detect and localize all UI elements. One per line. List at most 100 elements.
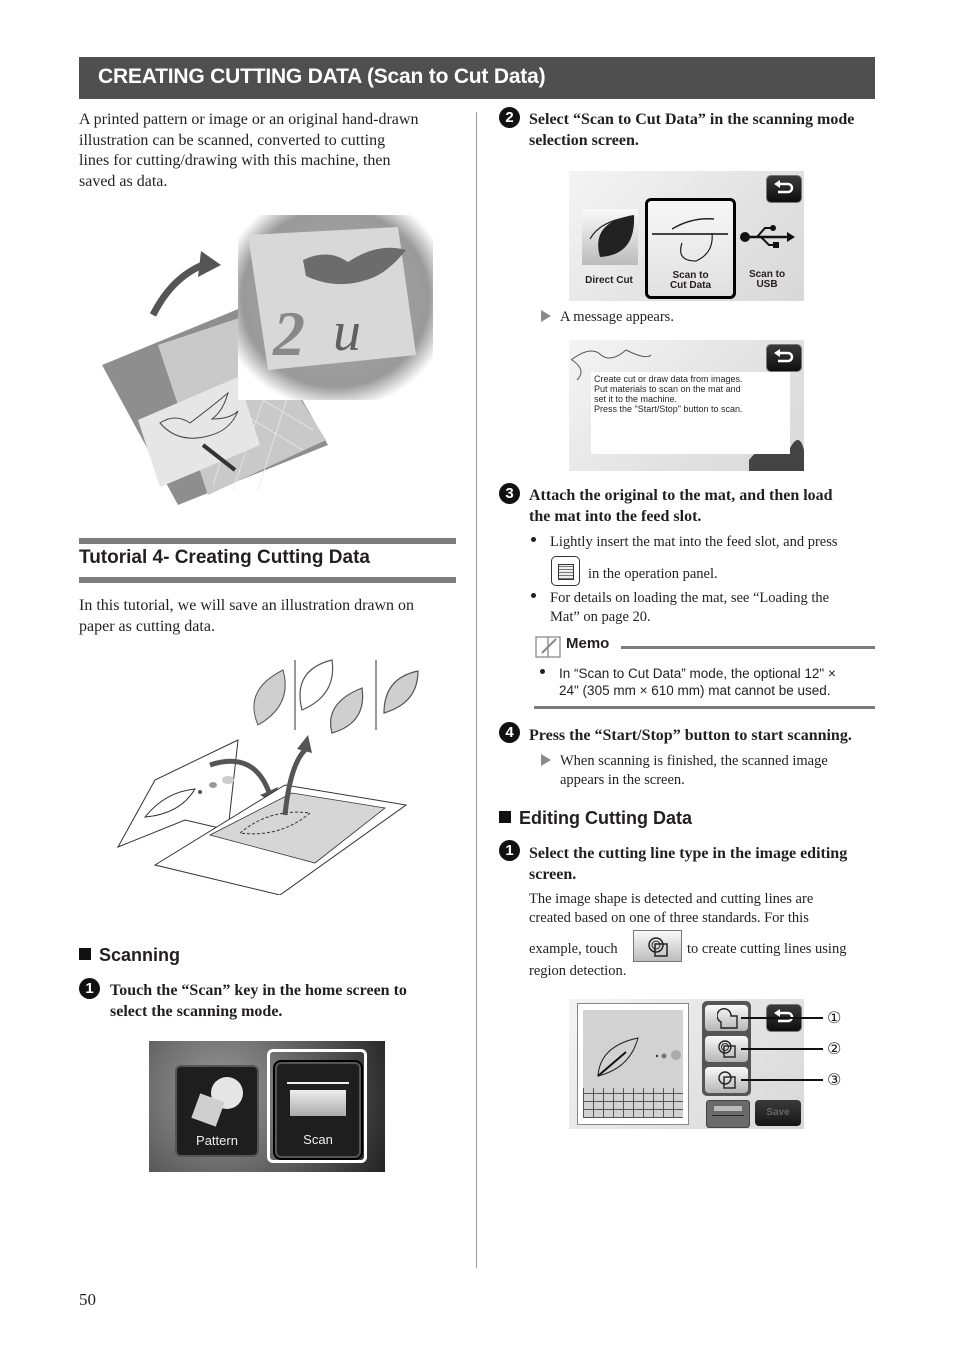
scan-leaf-outline-icon [671,217,715,262]
intro-line: saved as data. [79,172,168,190]
memo-content: In “Scan to Cut Data” mode, the optional… [540,666,880,699]
message-line: Create cut or draw data from images. [594,374,743,384]
region-detection-icon [718,1040,736,1058]
step-line: screen. [529,866,577,883]
scan-preview [577,1003,689,1125]
region-detection-icon [648,937,668,957]
intro-paragraph: A printed pattern or image or an origina… [79,110,469,192]
step4-text: Press the “Start/Stop” button to start s… [529,727,852,744]
outline-detection-icon [717,1008,738,1029]
step3-text: Attach the original to the mat, and then… [529,485,879,527]
step2-text: Select “Scan to Cut Data” in the scannin… [529,109,879,151]
leaf-outline-icon [299,659,334,711]
page-title: CREATING CUTTING DATA (Scan to Cut Data) [98,65,546,88]
scan-key-label: Scan [303,1132,333,1147]
scan-to-usb-label: Scan to USB [732,270,802,290]
bullet-square [79,948,91,960]
slider-icon [714,1106,742,1111]
usb-icon[interactable] [739,223,795,251]
step-line: select the scanning mode. [110,1003,283,1020]
leaf-icon [330,687,364,734]
result-arrow-icon [541,754,551,766]
callout-2: ② [827,1041,842,1058]
pattern-key-label: Pattern [196,1133,238,1148]
pattern-key[interactable]: Pattern [175,1065,259,1157]
home-screen: Pattern Scan [149,1041,385,1172]
memo-rule-bottom [534,706,875,709]
scanning-heading: Scanning [79,945,180,966]
step-number-badge: 4 [499,722,520,743]
scan-settings-button[interactable] [706,1100,750,1128]
scan-to-cut-data-label: Scan to Cut Data [648,271,733,291]
intro-line: lines for cutting/drawing with this mach… [79,152,391,169]
leaf-icon [253,669,286,726]
svg-text:2: 2 [272,298,305,369]
column-divider [476,112,477,1268]
example-pre: example, touch [529,941,618,957]
step-number-badge: 3 [499,483,520,504]
step-line: Attach the original to the mat, and then… [529,487,833,504]
load-mat-button-icon [551,556,580,586]
bullet-dot [531,593,536,598]
editing-step1-text: Select the cutting line type in the imag… [529,843,884,885]
step-line: Select “Scan to Cut Data” in the scannin… [529,111,855,128]
scan-key[interactable]: Scan [275,1062,361,1158]
back-arrow-icon [774,180,794,194]
result-text: When scanning is finished, the scanned i… [560,753,828,769]
save-button[interactable]: Save [755,1100,801,1126]
memo-notebook-icon [535,636,561,658]
intro-line: illustration can be scanned, converted t… [79,131,386,149]
step4-result: When scanning is finished, the scanned i… [541,752,881,789]
step-line: Touch the “Scan” key in the home screen … [110,982,407,999]
craft-illustration: 2 u [102,215,433,505]
region-detection-button-icon [633,930,682,962]
editing-heading: Editing Cutting Data [499,808,692,829]
message-line: Press the "Start/Stop" button to scan. [594,404,743,414]
back-arrow-icon [774,349,794,363]
scanning-heading-text: Scanning [99,945,181,965]
curved-arrow-icon [198,251,221,277]
callout-line [741,1017,823,1019]
bullet-text: Lightly insert the mat into the feed slo… [550,534,838,550]
callout-1: ① [827,1010,842,1027]
scan-to-cut-diagram [116,659,419,895]
tutorial-line: In this tutorial, we will save an illust… [79,597,415,614]
leaf-variants [253,659,419,734]
step-number-badge: 1 [499,840,520,861]
tutorial-line: paper as cutting data. [79,617,215,635]
bullet-square [499,811,511,823]
memo-rule-top [621,646,875,649]
scanned-leaf-image [597,1037,681,1077]
message-line: Put materials to scan on the mat and [594,384,741,394]
rule-top [79,538,456,544]
back-button[interactable] [766,175,802,203]
step-line: selection screen. [529,132,639,149]
direct-cut-key[interactable] [582,209,638,265]
message-box: Create cut or draw data from images. Put… [591,372,790,454]
body-line: The image shape is detected and cutting … [529,891,814,907]
memo-title: Memo [566,635,610,652]
step-line: the mat into the feed slot. [529,508,702,525]
editing-heading-text: Editing Cutting Data [519,808,692,828]
memo-line: 24" (305 mm × 610 mm) mat cannot be used… [559,682,831,698]
step3-bullet-1-cont: in the operation panel. [588,566,718,582]
memo-line: In “Scan to Cut Data” mode, the optional… [559,666,836,681]
page-title-bar: CREATING CUTTING DATA (Scan to Cut Data) [79,57,875,99]
step-number-badge: 1 [79,978,100,999]
message-line: set it to the machine. [594,394,678,404]
scan-to-cut-data-key[interactable]: Scan to Cut Data [645,198,736,299]
leaf-icon [383,670,419,714]
callout-3: ③ [827,1072,842,1089]
page-number: 50 [79,1290,96,1309]
svg-text:u: u [333,301,361,363]
result-arrow-icon [541,310,551,322]
back-button[interactable] [766,344,802,372]
scan-leaf-icon [290,1090,346,1116]
callout-line [741,1079,823,1081]
intro-line: A printed pattern or image or an origina… [79,111,419,128]
tutorial-heading: Tutorial 4- Creating Cutting Data [79,547,370,568]
body-line: created based on one of three standards.… [529,909,809,926]
step-line: Select the cutting line type in the imag… [529,845,848,862]
up-arrow-icon [297,735,312,753]
scan-mode-screen: Direct Cut Scan to Cut Data Scan to USB [569,171,804,301]
